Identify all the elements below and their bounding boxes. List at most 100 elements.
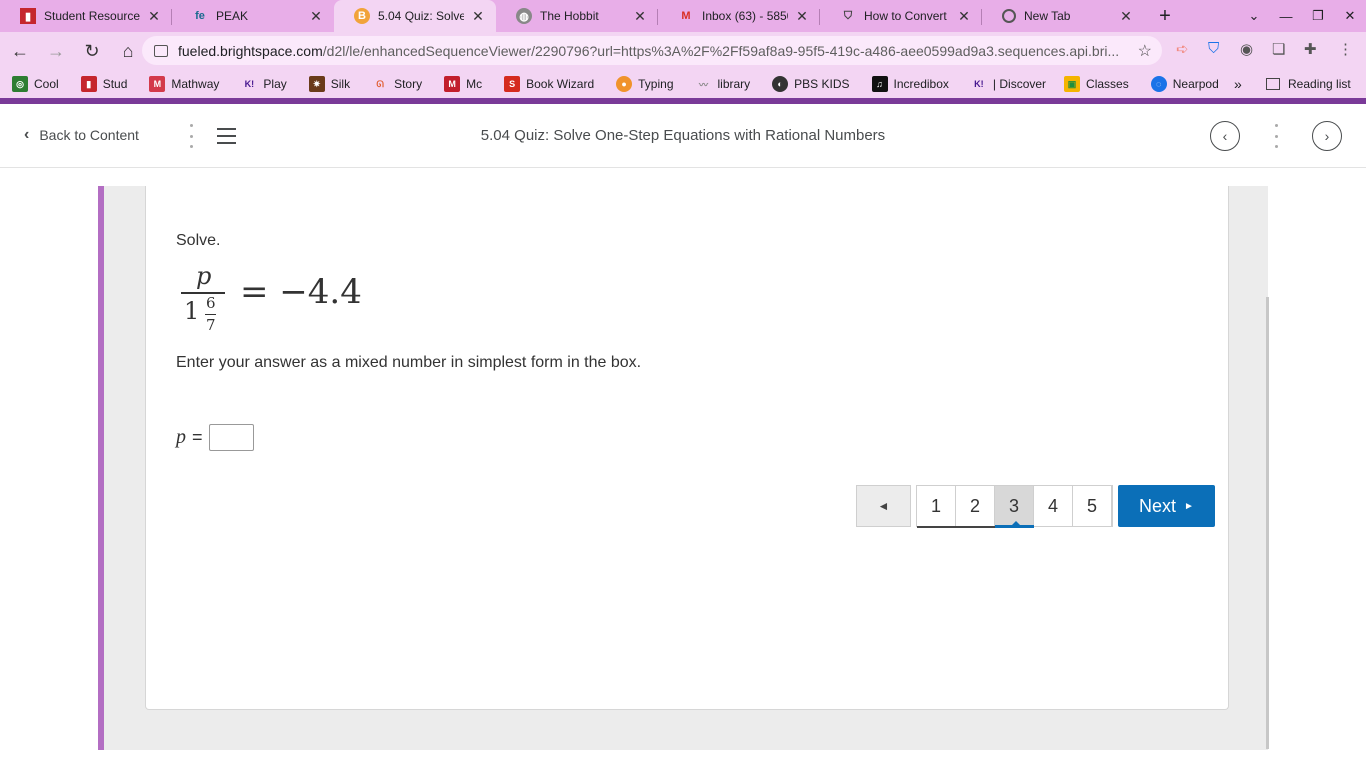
question-card xyxy=(145,186,1229,710)
restore-icon[interactable]: ❐ xyxy=(1302,8,1334,24)
page-4-button[interactable]: 4 xyxy=(1034,486,1073,526)
answer-variable: p xyxy=(176,426,186,448)
bookmark-play[interactable]: K! Play xyxy=(241,76,287,92)
next-topic-button[interactable]: › xyxy=(1312,121,1342,151)
bookmarks-overflow-icon[interactable]: » xyxy=(1234,70,1242,98)
next-question-button[interactable]: Next ► xyxy=(1118,485,1215,527)
bookmark-library[interactable]: 〰 library xyxy=(696,76,750,92)
previous-question-button[interactable]: ◄ xyxy=(856,485,911,527)
tab-new-tab[interactable]: New Tab ✕ xyxy=(982,0,1144,32)
bookmark-star-icon[interactable]: ☆ xyxy=(1138,41,1152,61)
bookmark-typing[interactable]: ● Typing xyxy=(616,76,674,92)
visited-indicator xyxy=(917,526,995,528)
bookmark-pbs-kids[interactable]: ◐ PBS KIDS xyxy=(772,76,850,92)
divider-dots xyxy=(1274,124,1278,148)
close-window-icon[interactable]: ✕ xyxy=(1334,8,1366,24)
close-icon[interactable]: ✕ xyxy=(470,8,486,25)
chevron-left-icon: ‹ xyxy=(1222,128,1228,144)
extension-tabs-icon[interactable]: ❏ xyxy=(1272,40,1285,58)
scholastic-icon: S xyxy=(504,76,521,92)
triangle-left-icon: ◄ xyxy=(877,499,890,513)
question-pager: ◄ 1 2 3 4 5 Next ► xyxy=(856,485,1215,528)
bookmark-discover[interactable]: K! | Discover xyxy=(971,76,1046,92)
minimize-icon[interactable]: — xyxy=(1270,9,1302,24)
answer-instructions: Enter your answer as a mixed number in s… xyxy=(176,354,642,371)
frame-scrollbar[interactable] xyxy=(1266,297,1269,749)
bookmark-silk[interactable]: ✷ Silk xyxy=(308,76,350,92)
tab-peak[interactable]: fe PEAK ✕ xyxy=(172,0,334,32)
extension-lp-icon[interactable]: ◉ xyxy=(1240,40,1253,58)
kahoot-discover-icon: K! xyxy=(974,79,984,89)
chrome-menu-icon[interactable]: ⋮ xyxy=(1338,40,1353,58)
page-2-button[interactable]: 2 xyxy=(956,486,995,526)
forward-arrow-icon[interactable]: → xyxy=(40,35,72,67)
brightspace-icon: B xyxy=(354,8,370,24)
triangle-right-icon: ► xyxy=(1184,500,1194,512)
chevron-right-icon: › xyxy=(1324,128,1330,144)
home-icon[interactable]: ⌂ xyxy=(112,35,144,67)
close-icon[interactable]: ✕ xyxy=(632,8,648,25)
bookmark-story[interactable]: ᘏ Story xyxy=(372,76,422,92)
bookmark-mathway[interactable]: M Mathway xyxy=(149,76,219,92)
new-tab-plus-icon[interactable]: + xyxy=(1150,0,1180,32)
tab-search-chevron-icon[interactable]: ⌄ xyxy=(1238,8,1270,24)
mixed-fraction-denominator: 7 xyxy=(206,316,216,334)
window-controls: ⌄ — ❐ ✕ xyxy=(1238,0,1366,32)
bookmark-mc[interactable]: M Mc xyxy=(444,76,482,92)
page-1-button[interactable]: 1 xyxy=(917,486,956,526)
browser-toolbar: ← → ↻ ⌂ fueled.brightspace.com/d2l/le/en… xyxy=(0,32,1366,70)
tab-the-hobbit[interactable]: ◍ The Hobbit ✕ xyxy=(496,0,658,32)
bookmark-red-icon: ▮ xyxy=(20,8,36,24)
mixed-whole: 1 xyxy=(184,297,200,325)
nearpod-icon: ◌ xyxy=(1150,76,1167,92)
answer-row: p = xyxy=(176,424,254,451)
answer-equals: = xyxy=(192,427,203,447)
reading-list-button[interactable]: Reading list xyxy=(1266,70,1351,98)
tab-inbox[interactable]: M Inbox (63) - 58505 ✕ xyxy=(658,0,820,32)
bookmarks-bar: ◎ Cool ▮ Stud M Mathway K! Play ✷ Silk ᘏ Story… xyxy=(0,70,1366,98)
reload-icon[interactable]: ↻ xyxy=(76,35,108,67)
close-icon[interactable]: ✕ xyxy=(146,8,162,25)
pbs-icon: ◐ xyxy=(772,76,789,92)
reading-list-icon xyxy=(1266,78,1280,90)
equation-rhs: = −4.4 xyxy=(240,272,362,312)
extension-shield-icon[interactable]: ⛉ xyxy=(1208,40,1219,57)
close-icon[interactable]: ✕ xyxy=(1118,8,1134,25)
library-icon: 〰 xyxy=(698,79,708,90)
bookmark-cool[interactable]: ◎ Cool xyxy=(12,76,59,92)
gmail-icon: M xyxy=(681,10,691,22)
previous-topic-button[interactable]: ‹ xyxy=(1210,121,1240,151)
site-info-icon[interactable] xyxy=(154,44,168,57)
tab-how-to-convert[interactable]: ⛉ How to Convert Yo ✕ xyxy=(820,0,982,32)
mixed-fraction-bar xyxy=(205,314,216,315)
mathway-icon: M xyxy=(149,76,166,92)
extension-arrow-icon[interactable]: ➪ xyxy=(1176,40,1189,58)
bookmark-classes[interactable]: ▣ Classes xyxy=(1064,76,1129,92)
answer-input[interactable] xyxy=(208,424,254,451)
mc-icon: M xyxy=(444,76,461,92)
equation-numerator: p xyxy=(196,262,212,290)
browser-tab-strip: ▮ Student Resources ✕ fe PEAK ✕ B 5.04 Q… xyxy=(0,0,1366,32)
mixed-fraction-numerator: 6 xyxy=(206,294,216,312)
fe-icon: fe xyxy=(195,10,205,22)
page-3-button[interactable]: 3 xyxy=(995,486,1034,528)
close-icon[interactable]: ✕ xyxy=(308,8,324,25)
globe-icon: ◍ xyxy=(516,8,532,24)
close-icon[interactable]: ✕ xyxy=(794,8,810,25)
back-arrow-icon[interactable]: ← xyxy=(4,35,36,67)
cool-icon: ◎ xyxy=(12,76,28,92)
bookmark-book-wizard[interactable]: S Book Wizard xyxy=(504,76,594,92)
page-5-button[interactable]: 5 xyxy=(1073,486,1112,526)
address-bar[interactable]: fueled.brightspace.com/d2l/le/enhancedSe… xyxy=(142,36,1162,65)
bookmark-stud[interactable]: ▮ Stud xyxy=(80,76,127,92)
story-icon: ᘏ xyxy=(376,78,384,89)
tab-quiz-active[interactable]: B 5.04 Quiz: Solve One ✕ xyxy=(334,0,496,32)
bookmark-nearpod[interactable]: ◌ Nearpod xyxy=(1150,76,1219,92)
shield-icon: ⛉ xyxy=(843,9,853,22)
extensions-puzzle-icon[interactable]: ✚ xyxy=(1304,40,1317,58)
bookmark-incredibox[interactable]: ♫ Incredibox xyxy=(871,76,949,92)
fraction-bar xyxy=(181,292,225,294)
close-icon[interactable]: ✕ xyxy=(956,8,972,25)
content-stage xyxy=(0,169,1366,768)
tab-student-resources[interactable]: ▮ Student Resources ✕ xyxy=(0,0,172,32)
